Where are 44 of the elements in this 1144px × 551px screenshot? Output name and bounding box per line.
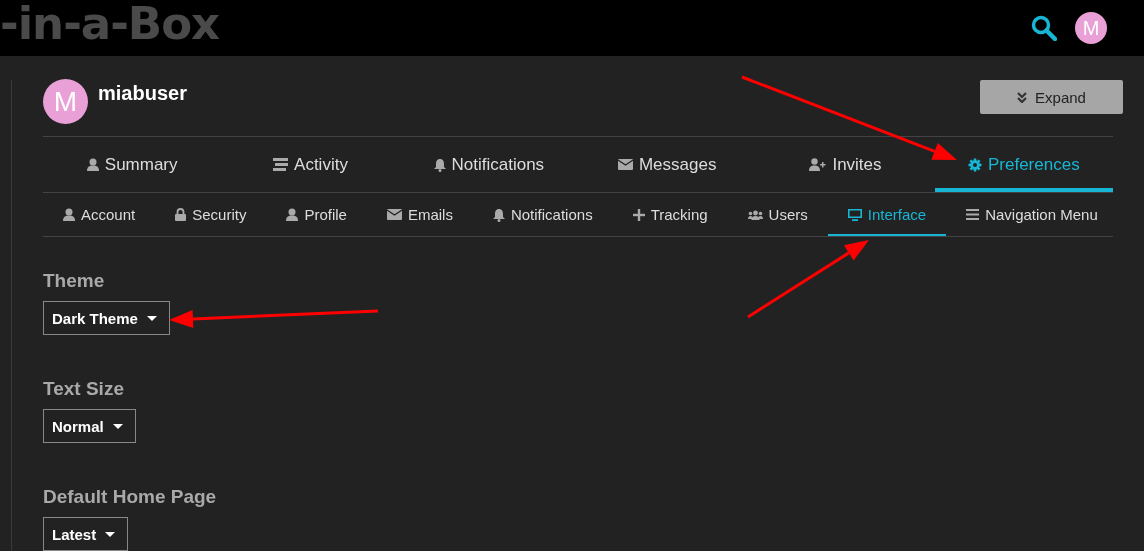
tab[interactable]: Summary: [43, 137, 222, 192]
user-avatar: M: [43, 79, 88, 124]
tab[interactable]: Emails: [366, 193, 473, 236]
bell-icon: [492, 207, 505, 222]
username: miabuser: [98, 82, 188, 105]
user-icon: [286, 207, 299, 222]
settings-icon: [967, 157, 982, 172]
user-icon: [86, 157, 99, 172]
dropdown[interactable]: Normal: [43, 409, 136, 443]
tab[interactable]: Invites: [756, 137, 935, 192]
bars-icon: [273, 158, 289, 171]
lock-icon: [175, 208, 187, 221]
user-icon: [63, 207, 75, 222]
tab[interactable]: Notifications: [399, 137, 578, 192]
envelope-icon: [617, 159, 633, 170]
tab[interactable]: Messages: [578, 137, 757, 192]
users-icon: [747, 209, 763, 220]
setting-label: Theme: [43, 270, 106, 292]
setting-label: Text Size: [43, 378, 125, 400]
double-chevron-icon: [1017, 91, 1028, 103]
tab[interactable]: Users: [727, 193, 828, 236]
caret-icon: [146, 315, 157, 321]
monitor-icon: [847, 208, 862, 221]
search-icon[interactable]: [1031, 15, 1057, 41]
setting-label: Default Home Page: [43, 486, 218, 508]
site-logo: -in-a-Box: [0, 0, 221, 52]
tab[interactable]: Activity: [221, 137, 400, 192]
expand-button[interactable]: Expand: [980, 80, 1123, 114]
bell-icon: [433, 157, 446, 172]
dropdown[interactable]: Dark Theme: [43, 301, 170, 335]
tab[interactable]: Navigation Menu: [946, 193, 1098, 236]
tab[interactable]: Notifications: [472, 193, 613, 236]
tab[interactable]: Tracking: [612, 193, 728, 236]
tab[interactable]: Security: [155, 193, 267, 236]
add-user-icon: [809, 158, 827, 171]
plus-icon: [632, 208, 645, 221]
caret-icon: [112, 423, 123, 429]
dropdown[interactable]: Latest: [43, 517, 129, 551]
tab[interactable]: Account: [43, 193, 156, 236]
tab[interactable]: Profile: [266, 193, 367, 236]
caret-icon: [105, 531, 116, 537]
menu-icon: [966, 209, 980, 220]
tab[interactable]: Interface: [827, 193, 947, 236]
envelope-icon: [386, 209, 402, 220]
